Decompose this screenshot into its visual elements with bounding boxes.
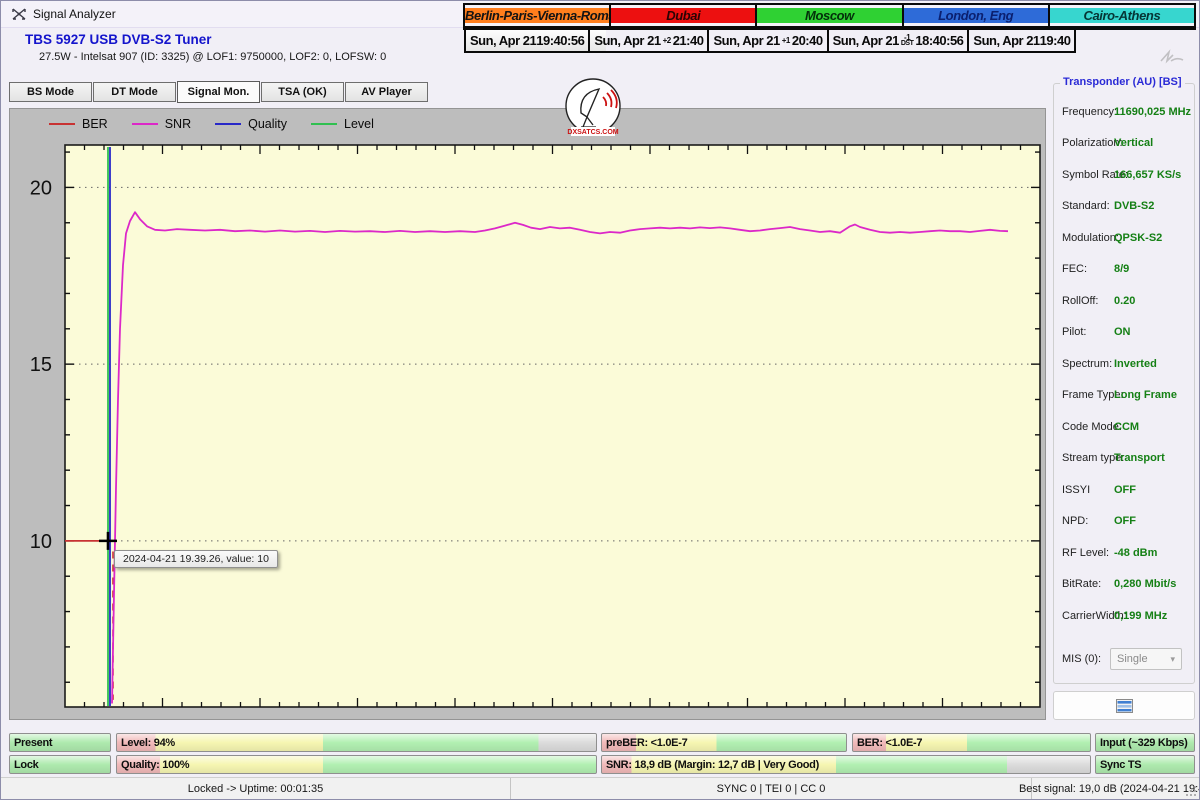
world-clock: Berlin-Paris-Vienna-Roma Dubai Moscow Lo… xyxy=(462,3,1197,53)
ber-line-swatch xyxy=(49,123,75,125)
tab-dt-mode[interactable]: DT Mode xyxy=(93,82,176,102)
mis-dropdown[interactable]: Single ▾ xyxy=(1110,648,1182,670)
signal-analyzer-window: Signal Analyzer Berlin-Paris-Vienna-Roma… xyxy=(0,0,1200,800)
dxsatcs-logo-text: DXSATCS.COM xyxy=(567,129,618,136)
row-stream-type: Stream type: Transport xyxy=(1062,452,1165,464)
row-issyi: ISSYI OFF xyxy=(1062,484,1136,496)
present-indicator: Present xyxy=(9,733,111,752)
level-gauge: Level: 94% xyxy=(116,733,597,752)
clock-time-london: Sun, Apr 21 -1 DST 18:40:56 xyxy=(832,32,964,48)
device-subtitle: 27.5W - Intelsat 907 (ID: 3325) @ LOF1: … xyxy=(39,51,387,63)
row-standard: Standard: DVB-S2 xyxy=(1062,200,1155,212)
row-frequency: Frequency: 11690,025 MHz xyxy=(1062,106,1192,118)
row-npd: NPD: OFF xyxy=(1062,515,1136,527)
statusbar-sync: SYNC 0 | TEI 0 | CC 0 xyxy=(511,778,1032,799)
snr-line-swatch xyxy=(131,123,158,125)
clock-city-berlin: Berlin-Paris-Vienna-Roma xyxy=(465,8,611,23)
row-code-mode: Code Mode: CCM xyxy=(1062,421,1140,433)
row-polarization: Polarization: Vertical xyxy=(1062,137,1154,149)
legend-quality: Quality xyxy=(215,117,287,131)
input-indicator: Input (~329 Kbps) xyxy=(1095,733,1195,752)
row-bitrate: BitRate: 0,280 Mbit/s xyxy=(1062,578,1177,590)
quality-gauge: Quality: 100% xyxy=(116,755,597,774)
tab-tsa[interactable]: TSA (OK) xyxy=(261,82,344,102)
row-spectrum: Spectrum: Inverted xyxy=(1062,358,1157,370)
chart-legend: BER SNR Quality Level xyxy=(49,114,386,134)
clock-time-cairo: Sun, Apr 21 19:40 xyxy=(973,33,1071,48)
statusbar: Locked -> Uptime: 00:01:35 SYNC 0 | TEI … xyxy=(1,777,1200,799)
ber-gauge: BER: <1.0E-7 xyxy=(852,733,1091,752)
transponder-panel: Transponder (AU) [BS] Frequency: 11690,02… xyxy=(1053,76,1196,684)
row-carrierwidth: CarrierWidth: 0,199 MHz xyxy=(1062,610,1168,622)
clock-city-cairo: Cairo-Athens xyxy=(1050,8,1193,23)
preber-gauge: preBER: <1.0E-7 xyxy=(601,733,847,752)
watermark-icon xyxy=(1160,49,1184,64)
row-rolloff: RollOff: 0.20 xyxy=(1062,295,1136,307)
signal-chart-panel: 10 15 20 BER SNR Quality Level 2024-04-21 … xyxy=(9,108,1046,720)
device-title: TBS 5927 USB DVB-S2 Tuner xyxy=(25,32,212,47)
clock-time-berlin: Sun, Apr 21 19:40:56 xyxy=(470,33,585,48)
svg-text:15: 15 xyxy=(30,354,52,376)
sync-ts-indicator: Sync TS xyxy=(1095,755,1195,774)
row-mis: MIS (0): Single ▾ xyxy=(1054,647,1196,673)
clock-city-moscow: Moscow xyxy=(758,8,901,23)
transponder-panel-title: Transponder (AU) [BS] xyxy=(1060,76,1185,88)
legend-snr: SNR xyxy=(131,117,191,131)
mode-tabs: BS Mode DT Mode Signal Mon. TSA (OK) AV … xyxy=(9,81,428,104)
legend-level: Level xyxy=(311,117,374,131)
clock-time-moscow: Sun, Apr 21 +1 20:40 xyxy=(713,33,823,48)
signal-chart[interactable]: 10 15 20 xyxy=(10,109,1045,724)
chart-tooltip: 2024-04-21 19.39.26, value: 10 xyxy=(114,550,278,568)
lock-indicator: Lock xyxy=(9,755,111,774)
antenna-icon xyxy=(12,8,26,20)
program-list-button[interactable] xyxy=(1053,691,1195,720)
row-modulation: Modulation: QPSK-S2 xyxy=(1062,232,1163,244)
snr-gauge: SNR: 18,9 dB (Margin: 12,7 dB | Very Goo… xyxy=(601,755,1091,774)
row-pilot: Pilot: ON xyxy=(1062,326,1131,338)
svg-text:20: 20 xyxy=(30,177,52,199)
row-rf-level: RF Level: -48 dBm xyxy=(1062,547,1158,559)
row-symbol-rate: Symbol Rate: 166,657 KS/s xyxy=(1062,169,1182,181)
legend-ber: BER xyxy=(49,117,108,131)
tab-av-player[interactable]: AV Player xyxy=(345,82,428,102)
statusbar-best-signal: Best signal: 19,0 dB (2024-04-21 19:40) xyxy=(1018,783,1200,795)
tab-signal-mon[interactable]: Signal Mon. xyxy=(177,81,260,103)
row-fec: FEC: 8/9 xyxy=(1062,263,1130,275)
chevron-down-icon: ▾ xyxy=(1170,653,1175,664)
tab-bs-mode[interactable]: BS Mode xyxy=(9,82,92,102)
clock-time-dubai: Sun, Apr 21 +2 21:40 xyxy=(594,33,704,48)
list-icon xyxy=(1115,698,1133,713)
clock-city-london: London, Eng xyxy=(904,8,1047,23)
svg-text:10: 10 xyxy=(30,531,52,553)
resize-grip[interactable] xyxy=(1185,785,1197,797)
row-frame-type: Frame Type: Long Frame xyxy=(1062,389,1177,401)
quality-line-swatch xyxy=(215,123,242,125)
dxsatcs-logo: DXSATCS.COM xyxy=(563,77,623,144)
level-line-swatch xyxy=(311,123,338,125)
window-title: Signal Analyzer xyxy=(33,7,116,21)
clock-city-dubai: Dubai xyxy=(612,8,755,23)
statusbar-uptime: Locked -> Uptime: 00:01:35 xyxy=(1,778,511,799)
